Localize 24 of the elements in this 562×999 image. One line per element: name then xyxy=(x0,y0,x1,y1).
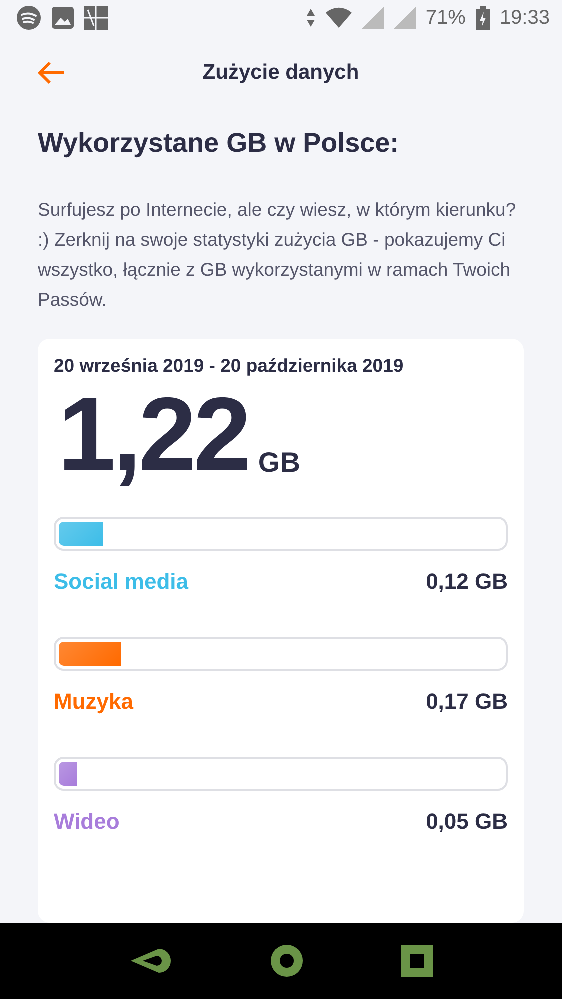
pattern-icon xyxy=(84,6,108,30)
category-amount: 0,17 GB xyxy=(426,689,508,715)
usage-unit: GB xyxy=(258,447,300,479)
description-text: Surfujesz po Internecie, ale czy wiesz, w którym kierunku? :) Zerknij na swoje statystyki zużycia GB - pokazujemy Ci wszystko, łącznie z GB wykorzystanymi w ramach Twoich Passów. xyxy=(38,198,518,312)
screen-title: Zużycie danych xyxy=(202,61,360,85)
total-usage: 1,22 xyxy=(58,383,248,487)
home-nav-button[interactable] xyxy=(270,944,304,978)
signal-icon xyxy=(394,7,416,29)
battery-charging-icon xyxy=(476,6,490,30)
battery-percent: 71% xyxy=(426,6,466,30)
category-name: Social media xyxy=(54,569,189,595)
data-arrows-icon xyxy=(306,8,316,28)
category-amount: 0,05 GB xyxy=(426,809,508,835)
recents-nav-button[interactable] xyxy=(401,945,434,977)
clock: 19:33 xyxy=(500,6,550,30)
section-heading: Wykorzystane GB w Polsce: xyxy=(38,128,400,159)
date-range: 20 września 2019 - 20 października 2019 xyxy=(54,355,405,377)
image-icon xyxy=(52,7,74,29)
category-amount: 0,12 GB xyxy=(426,569,508,595)
category-name: Wideo xyxy=(54,809,120,835)
wifi-icon xyxy=(326,7,352,29)
signal-icon xyxy=(362,7,384,29)
category-name: Muzyka xyxy=(54,689,134,715)
spotify-icon xyxy=(16,5,42,31)
